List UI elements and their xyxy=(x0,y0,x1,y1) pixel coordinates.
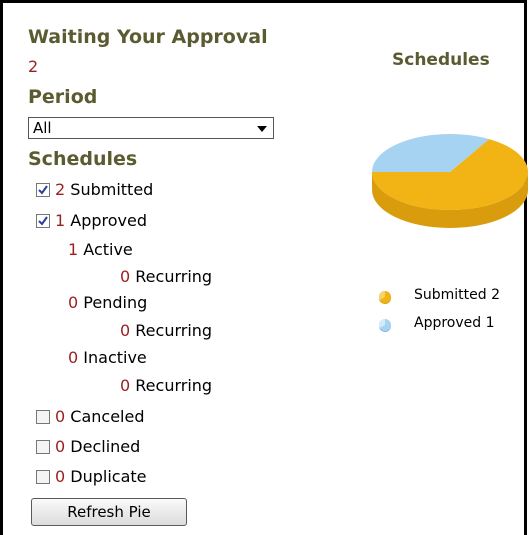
pending-text: Pending xyxy=(83,293,148,312)
active-count: 1 xyxy=(68,240,79,259)
inactive-label: 0 Inactive xyxy=(68,348,147,368)
pending-count: 0 xyxy=(68,293,79,312)
checkmark-icon xyxy=(38,185,48,195)
approved-text: Approved xyxy=(70,211,148,230)
period-select[interactable]: All xyxy=(28,117,274,139)
legend-label-submitted: Submitted 2 xyxy=(414,287,501,303)
submitted-count: 2 xyxy=(55,180,66,199)
active-text: Active xyxy=(83,240,133,259)
legend-label-approved: Approved 1 xyxy=(414,315,495,331)
active-label: 1 Active xyxy=(68,240,133,260)
approved-count: 1 xyxy=(55,211,66,230)
active-recurring-count: 0 xyxy=(120,267,131,286)
pending-recurring-count: 0 xyxy=(120,321,131,340)
inactive-recurring-text: Recurring xyxy=(135,376,213,395)
pending-recurring-label: 0 Recurring xyxy=(120,321,212,341)
inactive-count: 0 xyxy=(68,348,79,367)
duplicate-label: 0 Duplicate xyxy=(55,467,147,487)
duplicate-count: 0 xyxy=(55,467,66,486)
schedules-heading: Schedules xyxy=(28,148,138,170)
active-recurring-text: Recurring xyxy=(135,267,213,286)
period-select-value: All xyxy=(33,119,52,137)
checkmark-icon xyxy=(38,216,48,226)
canceled-checkbox[interactable] xyxy=(36,410,50,424)
submitted-text: Submitted xyxy=(70,180,154,199)
declined-count: 0 xyxy=(55,437,66,456)
waiting-approval-count: 2 xyxy=(28,57,39,76)
canceled-text: Canceled xyxy=(70,407,145,426)
canceled-label: 0 Canceled xyxy=(55,407,144,427)
submitted-label: 2 Submitted xyxy=(55,180,153,200)
canceled-count: 0 xyxy=(55,407,66,426)
period-heading: Period xyxy=(28,86,98,108)
schedules-pie-chart xyxy=(372,134,528,228)
inactive-recurring-label: 0 Recurring xyxy=(120,376,212,396)
chart-title: Schedules xyxy=(392,50,490,70)
duplicate-checkbox[interactable] xyxy=(36,470,50,484)
declined-label: 0 Declined xyxy=(55,437,140,457)
approved-legend-icon xyxy=(378,319,391,332)
inactive-text: Inactive xyxy=(83,348,147,367)
active-recurring-label: 0 Recurring xyxy=(120,267,212,287)
chevron-down-icon[interactable] xyxy=(257,126,267,132)
submitted-legend-icon xyxy=(378,291,391,304)
declined-text: Declined xyxy=(70,437,141,456)
approved-checkbox[interactable] xyxy=(36,214,50,228)
pending-recurring-text: Recurring xyxy=(135,321,213,340)
refresh-pie-button[interactable]: Refresh Pie xyxy=(31,498,187,526)
inactive-recurring-count: 0 xyxy=(120,376,131,395)
waiting-approval-heading: Waiting Your Approval xyxy=(28,26,268,48)
approved-label: 1 Approved xyxy=(55,211,147,231)
declined-checkbox[interactable] xyxy=(36,440,50,454)
duplicate-text: Duplicate xyxy=(70,467,147,486)
submitted-checkbox[interactable] xyxy=(36,183,50,197)
pending-label: 0 Pending xyxy=(68,293,147,313)
